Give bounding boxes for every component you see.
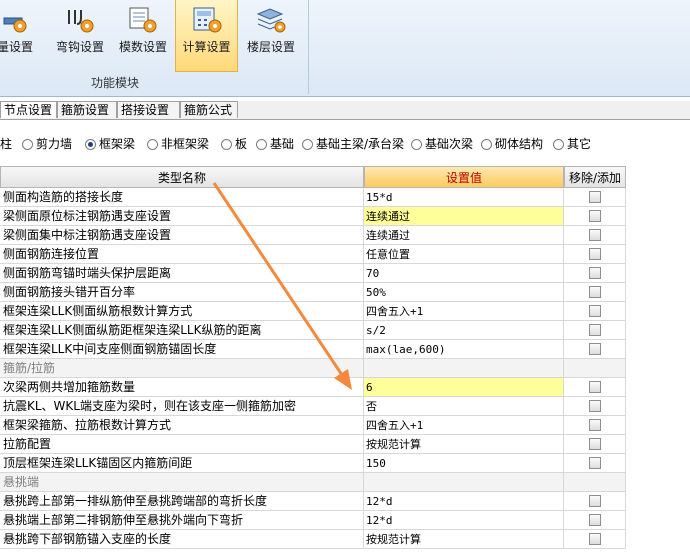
annotation-arrow-icon (212, 182, 352, 390)
